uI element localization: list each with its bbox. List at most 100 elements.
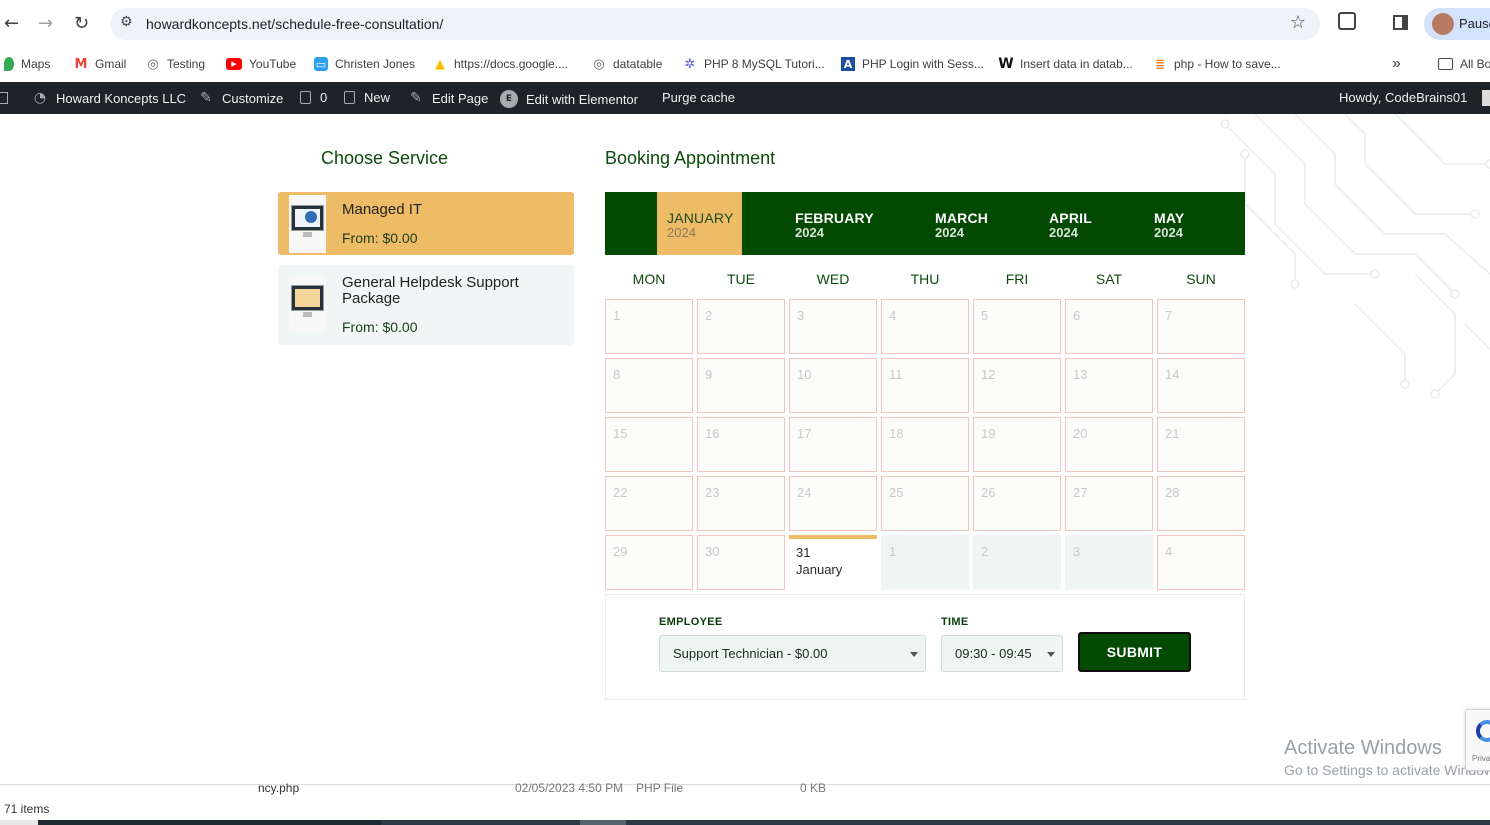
bookmark-maps[interactable]: Maps bbox=[4, 54, 50, 74]
service-price: From: $0.00 bbox=[342, 230, 418, 246]
wp-edit-page[interactable]: ✎ Edit Page bbox=[408, 90, 488, 106]
side-panel-icon[interactable] bbox=[1393, 15, 1408, 30]
comments-count: 0 bbox=[320, 90, 328, 105]
day-number: 11 bbox=[889, 367, 903, 382]
bookmark-youtube[interactable]: ▶ YouTube bbox=[226, 54, 296, 74]
wp-howdy[interactable]: Howdy, CodeBrains01 bbox=[1339, 90, 1490, 106]
day-number: 6 bbox=[1073, 308, 1081, 323]
day-number: 13 bbox=[1073, 367, 1088, 382]
wp-edit-elementor[interactable]: E Edit with Elementor bbox=[500, 90, 638, 108]
day-cell: 10 bbox=[789, 358, 877, 413]
wp-comments[interactable]: 0 bbox=[300, 90, 327, 105]
booking-heading: Booking Appointment bbox=[605, 148, 776, 168]
address-bar[interactable]: ⚙ howardkoncepts.net/schedule-free-consu… bbox=[110, 8, 1320, 40]
bookmark-star-icon[interactable]: ☆ bbox=[1290, 12, 1306, 33]
month-january[interactable]: JANUARY 2024 bbox=[657, 192, 742, 255]
day-number: 5 bbox=[981, 308, 989, 323]
day-cell: 3 bbox=[789, 299, 877, 354]
folder-icon bbox=[1438, 58, 1453, 70]
bookmark-php-login[interactable]: A PHP Login with Sess... bbox=[841, 54, 984, 74]
day-number: 1 bbox=[613, 308, 621, 323]
bookmark-gmail[interactable]: M Gmail bbox=[74, 54, 126, 74]
taskbar-segment bbox=[381, 820, 1490, 825]
day-cell: 12 bbox=[973, 358, 1061, 413]
service-managed-it[interactable]: Managed IT From: $0.00 bbox=[278, 192, 574, 255]
month-may[interactable]: MAY 2024 bbox=[1144, 192, 1204, 255]
day-number: 25 bbox=[889, 485, 904, 500]
file-size: 0 KB bbox=[800, 781, 827, 795]
comment-icon bbox=[300, 91, 311, 104]
day-cell: 29 bbox=[605, 535, 693, 590]
back-icon[interactable]: ← bbox=[4, 13, 19, 34]
a-logo-icon: A bbox=[841, 57, 855, 71]
month-february[interactable]: FEBRUARY 2024 bbox=[785, 192, 885, 255]
maps-pin-icon bbox=[4, 57, 14, 71]
dashboard-icon: ◔ bbox=[33, 90, 47, 106]
wp-site-name[interactable]: ◔ Howard Koncepts LLC bbox=[32, 90, 186, 106]
avatar bbox=[1432, 13, 1454, 35]
day-cell-available[interactable]: 1 bbox=[881, 535, 969, 590]
day-cell: 17 bbox=[789, 417, 877, 472]
reload-icon[interactable]: ↻ bbox=[74, 13, 89, 34]
bookmark-google-docs[interactable]: ▲ https://docs.google.... bbox=[433, 54, 568, 74]
weekday-fri: FRI bbox=[1005, 271, 1029, 287]
day-cell: 18 bbox=[881, 417, 969, 472]
day-cell-selected[interactable]: 31 January bbox=[789, 535, 877, 597]
profile-button[interactable]: Pause bbox=[1424, 8, 1490, 40]
weekday-tue: TUE bbox=[727, 271, 755, 287]
site-name-label: Howard Koncepts LLC bbox=[56, 90, 187, 106]
time-select[interactable]: 09:30 - 09:45 bbox=[941, 635, 1063, 672]
day-number: 16 bbox=[705, 426, 720, 441]
bookmark-php8-mysql[interactable]: ✲ PHP 8 MySQL Tutori... bbox=[683, 54, 825, 74]
bookmark-insert-data[interactable]: W Insert data in datab... bbox=[998, 54, 1132, 74]
submit-button[interactable]: SUBMIT bbox=[1078, 632, 1191, 672]
youtube-icon: ▶ bbox=[226, 58, 242, 70]
w-logo-icon: W bbox=[998, 56, 1014, 72]
day-number: 14 bbox=[1165, 367, 1180, 382]
bookmarks-bar: Maps M Gmail ◎ Testing ▶ YouTube ▭ Christen … bbox=[0, 46, 1490, 82]
wp-customize[interactable]: ✎ Customize bbox=[198, 90, 283, 106]
month-march[interactable]: MARCH 2024 bbox=[925, 192, 1005, 255]
month-name: MARCH bbox=[935, 210, 989, 226]
bookmark-testing[interactable]: ◎ Testing bbox=[146, 54, 205, 74]
day-number: 26 bbox=[981, 485, 996, 500]
all-bookmarks[interactable]: All Bo bbox=[1438, 54, 1490, 74]
taskbar-active-app[interactable] bbox=[580, 820, 626, 825]
bookmark-datatable[interactable]: ◎ datatable bbox=[592, 54, 662, 74]
service-thumbnail bbox=[289, 275, 326, 333]
day-number: 2 bbox=[981, 544, 989, 559]
month-name: JANUARY bbox=[667, 210, 734, 226]
month-name: FEBRUARY bbox=[795, 210, 874, 226]
day-cell-available[interactable]: 3 bbox=[1065, 535, 1153, 590]
extensions-icon[interactable] bbox=[1338, 12, 1356, 30]
day-cell-available[interactable]: 2 bbox=[973, 535, 1061, 590]
bookmark-label: Christen Jones bbox=[335, 57, 416, 71]
file-name[interactable]: ncy.php bbox=[258, 781, 299, 795]
day-number: 19 bbox=[981, 426, 996, 441]
month-april[interactable]: APRIL 2024 bbox=[1039, 192, 1109, 255]
day-cell: 28 bbox=[1157, 476, 1245, 531]
employee-select[interactable]: Support Technician - $0.00 bbox=[659, 635, 926, 672]
weekday-sat: SAT bbox=[1095, 271, 1123, 287]
sidebar-toggle-icon[interactable] bbox=[0, 92, 8, 104]
edit-page-label: Edit Page bbox=[432, 90, 489, 106]
wp-purge-cache[interactable]: Purge cache bbox=[662, 90, 735, 105]
site-info-icon[interactable]: ⚙ bbox=[120, 14, 133, 30]
recaptcha-badge[interactable]: Priva bbox=[1465, 709, 1490, 771]
month-year: 2024 bbox=[1049, 225, 1078, 240]
service-general-helpdesk[interactable]: General Helpdesk Support Package From: $… bbox=[278, 265, 574, 345]
url-text[interactable]: howardkoncepts.net/schedule-free-consult… bbox=[146, 16, 443, 32]
file-explorer-strip: ncy.php 02/05/2023 4:50 PM PHP File 0 KB… bbox=[0, 781, 1490, 825]
month-year: 2024 bbox=[1154, 225, 1183, 240]
day-number: 15 bbox=[613, 426, 628, 441]
forward-icon[interactable]: → bbox=[38, 13, 53, 34]
circuit-decoration bbox=[1220, 114, 1490, 399]
bookmark-php-save[interactable]: ≣ php - How to save... bbox=[1153, 54, 1281, 74]
bookmarks-overflow-icon[interactable]: » bbox=[1392, 54, 1401, 74]
wp-new[interactable]: New bbox=[344, 90, 390, 105]
bookmark-christen-jones[interactable]: ▭ Christen Jones bbox=[314, 54, 415, 74]
day-number: 23 bbox=[705, 485, 720, 500]
day-cell: 21 bbox=[1157, 417, 1245, 472]
elementor-icon: E bbox=[500, 90, 518, 108]
day-cell: 20 bbox=[1065, 417, 1153, 472]
